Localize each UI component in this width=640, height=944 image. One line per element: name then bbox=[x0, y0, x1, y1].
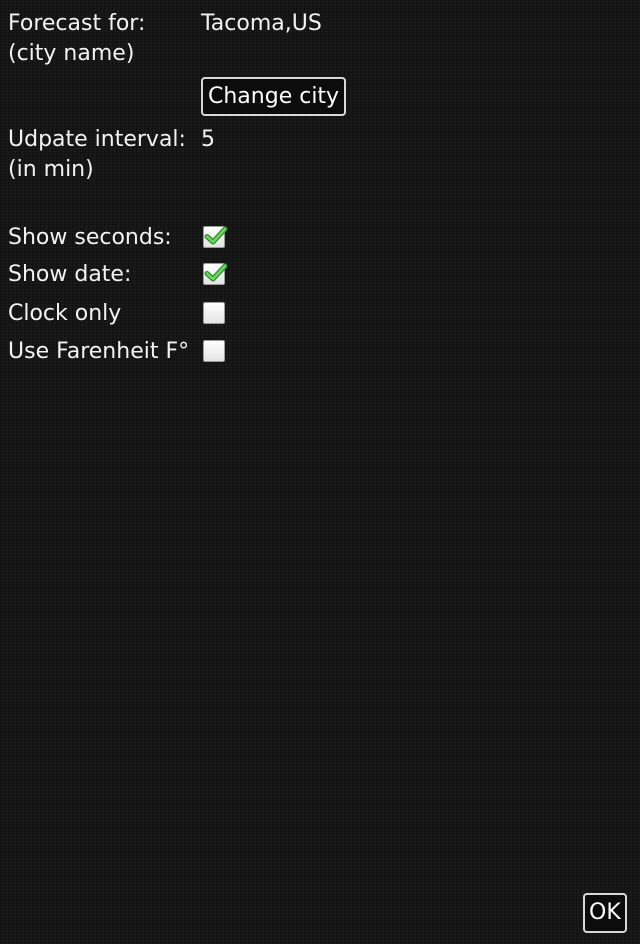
show-date-label: Show date: bbox=[8, 262, 132, 287]
show-seconds-checkbox[interactable] bbox=[203, 226, 228, 248]
forecast-city-value: Tacoma,US bbox=[201, 11, 322, 36]
clock-only-label: Clock only bbox=[8, 301, 122, 326]
forecast-label-line2: (city name) bbox=[8, 41, 135, 66]
update-interval-value: 5 bbox=[201, 127, 215, 152]
use-fahrenheit-checkbox[interactable] bbox=[203, 340, 225, 362]
update-interval-label-line2: (in min) bbox=[8, 157, 94, 182]
check-mark-icon bbox=[204, 226, 228, 245]
use-fahrenheit-label: Use Farenheit F° bbox=[8, 339, 190, 364]
settings-screen: { "forecast": { "label_line1": "Forecast… bbox=[0, 0, 640, 944]
forecast-label-line1: Forecast for: bbox=[8, 11, 146, 36]
clock-only-checkbox[interactable] bbox=[203, 302, 225, 324]
ok-button[interactable]: OK bbox=[583, 893, 627, 933]
update-interval-label: Udpate interval: (in min) bbox=[8, 125, 186, 185]
check-mark-icon bbox=[204, 263, 228, 282]
update-interval-label-line1: Udpate interval: bbox=[8, 127, 186, 152]
show-date-checkbox[interactable] bbox=[203, 263, 228, 285]
forecast-label: Forecast for: (city name) bbox=[8, 9, 145, 69]
show-seconds-label: Show seconds: bbox=[8, 225, 172, 250]
change-city-button[interactable]: Change city bbox=[201, 77, 347, 116]
